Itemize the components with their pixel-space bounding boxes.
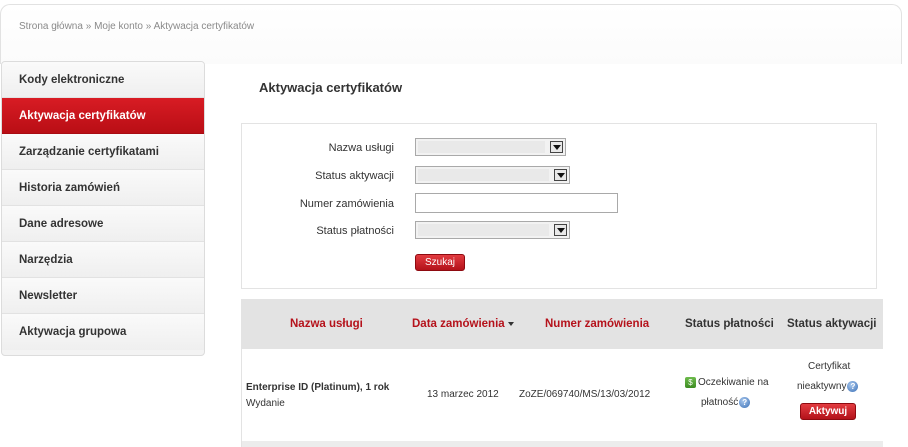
table-header: Nazwa usługi Data zamówienia Numer zamów… — [242, 299, 883, 349]
payment-pending-icon: $ — [685, 377, 696, 388]
payment-status-label: Status płatności — [316, 225, 394, 237]
page-title: Aktywacja certyfikatów — [259, 80, 403, 95]
chevron-down-icon — [554, 224, 567, 236]
sidebar-item-zarzadzanie-certyfikatami[interactable]: Zarządzanie certyfikatami — [2, 134, 204, 170]
chevron-down-icon — [550, 141, 563, 153]
breadcrumb-home-link[interactable]: Strona główna — [19, 21, 83, 32]
sidebar-item-newsletter[interactable]: Newsletter — [2, 278, 204, 314]
activation-status-select-value — [418, 169, 549, 181]
payment-status-select[interactable] — [415, 221, 570, 239]
order-number-label: Numer zamówienia — [299, 198, 394, 210]
order-number-input[interactable] — [415, 193, 618, 213]
sidebar-item-aktywacja-certyfikatow[interactable]: Aktywacja certyfikatów — [2, 98, 204, 134]
header-order-date-label: Data zamówienia — [412, 318, 505, 330]
table-row-divider — [242, 441, 883, 447]
help-icon[interactable]: ? — [739, 397, 751, 408]
sidebar-item-aktywacja-grupowa[interactable]: Aktywacja grupowa — [2, 314, 204, 350]
row-activation-status: Certyfikat — [808, 361, 851, 372]
row-order-number: ZoZE/069740/MS/13/03/2012 — [519, 389, 651, 400]
breadcrumb-account-link[interactable]: Moje konto — [94, 21, 143, 32]
help-icon[interactable]: ? — [847, 381, 859, 392]
activation-status-line2: nieaktywny — [797, 381, 847, 393]
row-activation-status-2: nieaktywny? — [797, 381, 859, 393]
header-payment-status: Status płatności — [685, 318, 774, 330]
sort-desc-icon — [507, 321, 514, 326]
row-payment-status: $ Oczekiwanie na — [685, 377, 769, 388]
sidebar-item-narzedzia[interactable]: Narzędzia — [2, 242, 204, 278]
header-order-number[interactable]: Numer zamówienia — [545, 318, 649, 330]
sidebar-item-kody-elektroniczne[interactable]: Kody elektroniczne — [2, 62, 204, 98]
chevron-down-icon — [554, 169, 567, 181]
table-row: Enterprise ID (Platinum), 1 rok Wydanie … — [242, 349, 883, 447]
header-service[interactable]: Nazwa usługi — [290, 318, 363, 330]
search-form: Nazwa usługi Status aktywacji Numer zamó… — [241, 123, 877, 289]
search-button[interactable]: Szukaj — [415, 254, 465, 271]
service-select[interactable] — [415, 138, 566, 156]
row-order-date: 13 marzec 2012 — [427, 389, 499, 400]
breadcrumb-separator: » — [85, 21, 92, 32]
breadcrumb: Strona główna » Moje konto » Aktywacja c… — [19, 21, 254, 32]
activation-status-label: Status aktywacji — [315, 170, 394, 182]
payment-status-line2: płatność — [701, 397, 739, 409]
service-label: Nazwa usługi — [328, 142, 394, 154]
payment-status-select-value — [418, 224, 549, 236]
top-card: Strona główna » Moje konto » Aktywacja c… — [0, 4, 902, 64]
breadcrumb-current: Aktywacja certyfikatów — [153, 21, 255, 32]
payment-status-line1: Oczekiwanie na — [698, 377, 769, 389]
activation-status-select[interactable] — [415, 166, 570, 184]
row-payment-status-2: płatność? — [701, 397, 751, 409]
sidebar-nav: Kody elektroniczne Aktywacja certyfikató… — [1, 61, 205, 356]
breadcrumb-separator: » — [145, 21, 152, 32]
service-select-value — [418, 141, 545, 153]
header-activation-status: Status aktywacji — [787, 318, 877, 330]
results-table: Nazwa usługi Data zamówienia Numer zamów… — [241, 299, 883, 447]
row-service-type: Wydanie — [246, 398, 285, 409]
header-order-date[interactable]: Data zamówienia — [412, 318, 514, 330]
row-service-name: Enterprise ID (Platinum), 1 rok — [246, 382, 390, 393]
sidebar-item-dane-adresowe[interactable]: Dane adresowe — [2, 206, 204, 242]
activate-button[interactable]: Aktywuj — [800, 403, 856, 420]
sidebar-item-historia-zamowien[interactable]: Historia zamówień — [2, 170, 204, 206]
